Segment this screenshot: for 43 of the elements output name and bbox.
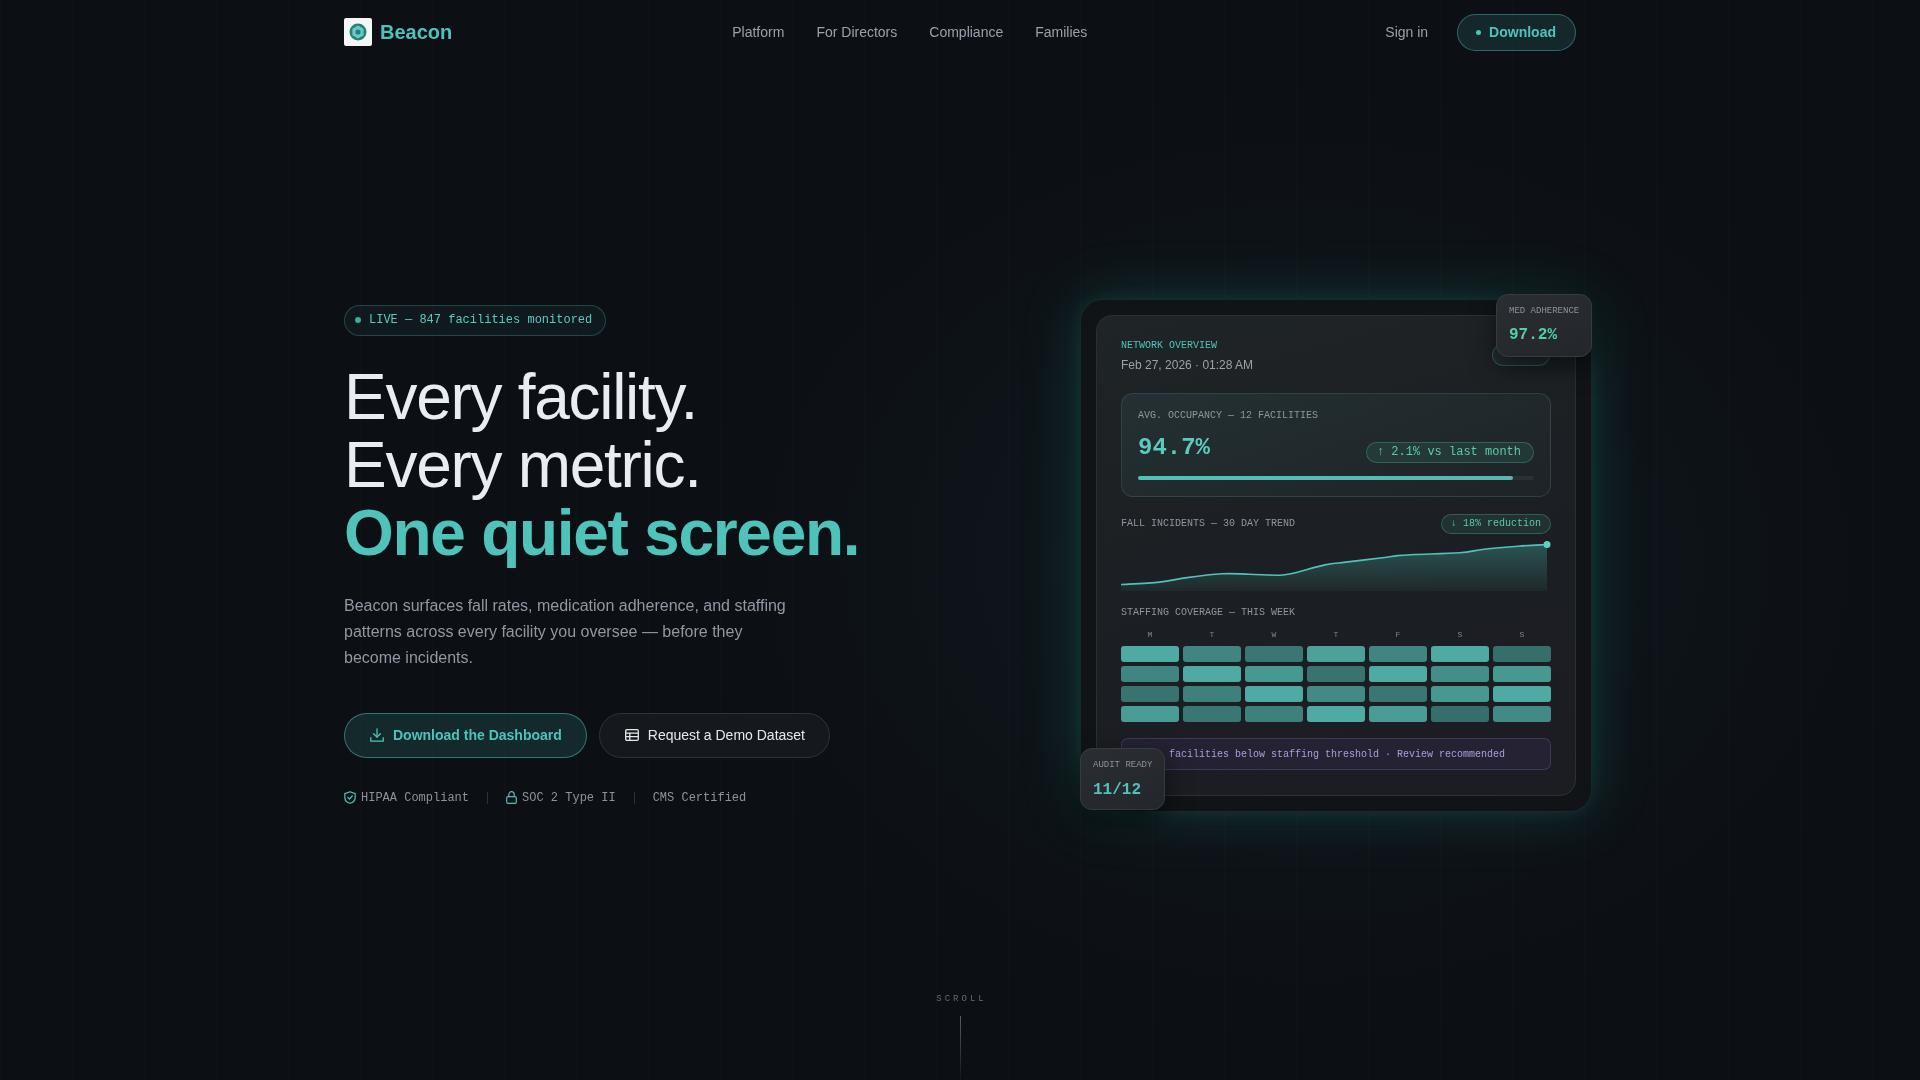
staffing-label: STAFFING COVERAGE — THIS WEEK	[1121, 606, 1297, 620]
nav-link[interactable]: Platform	[732, 24, 785, 40]
day-label: F	[1394, 629, 1402, 641]
day-label: T	[1208, 629, 1216, 641]
scroll-hint: SCROLL	[936, 993, 987, 1005]
request-demo-button[interactable]: Request a Demo Dataset	[598, 712, 830, 758]
dashboard-timestamp: Feb 27, 2026 · 01:28 AM	[1121, 357, 1254, 373]
compliance-label: CMS Certified	[652, 790, 747, 805]
brand-link[interactable]: Beacon	[344, 18, 453, 46]
day-label: M	[1146, 629, 1154, 641]
lock-icon	[506, 791, 518, 804]
day-label: S	[1518, 629, 1526, 641]
day-label: S	[1456, 629, 1464, 641]
logo-icon	[344, 18, 372, 46]
nav-link[interactable]: For Directors	[816, 24, 898, 40]
day-label: W	[1270, 629, 1278, 641]
download-button[interactable]: Download	[1457, 13, 1576, 51]
compliance-label: HIPAA Compliant	[361, 790, 470, 805]
falls-change-badge: ↓ 18% reduction	[1441, 514, 1551, 534]
occupancy-label: AVG. OCCUPANCY — 12 FACILITIES	[1138, 409, 1320, 423]
shield-check-icon	[344, 791, 356, 804]
download-icon	[370, 728, 384, 742]
scroll-indicator-line	[959, 1016, 961, 1080]
nav-link[interactable]: Compliance	[929, 24, 1004, 40]
nav-link[interactable]: Families	[1035, 24, 1088, 40]
metric-label: MED ADHERENCE	[1509, 305, 1579, 317]
occupancy-value: 94.7%	[1138, 433, 1210, 463]
metric-value: 97.2%	[1509, 325, 1558, 345]
download-dashboard-button[interactable]: Download the Dashboard	[344, 712, 587, 758]
dashboard-title: NETWORK OVERVIEW	[1121, 339, 1218, 353]
hero-description: Beacon surfaces fall rates, medication adherence, and staffing patterns across every facility you oversee — before they become incidents.	[344, 595, 787, 668]
day-label: T	[1332, 629, 1340, 641]
table-icon	[624, 728, 639, 742]
metric-value: 11/12	[1093, 780, 1142, 800]
status-dot-icon	[355, 317, 361, 323]
metric-label: AUDIT READY	[1093, 759, 1152, 771]
status-dot-icon	[1476, 29, 1482, 35]
occupancy-change-badge: ↑ 2.1% vs last month	[1365, 442, 1534, 463]
compliance-label: SOC 2 Type II	[522, 790, 616, 805]
sign-in-link[interactable]: Sign in	[1385, 24, 1429, 40]
falls-label: FALL INCIDENTS — 30 DAY TREND	[1121, 517, 1296, 531]
hero-headline: Every facility. Every metric. One quiet screen.	[344, 362, 860, 567]
live-status-text: LIVE — 847 facilities monitored	[369, 313, 593, 327]
